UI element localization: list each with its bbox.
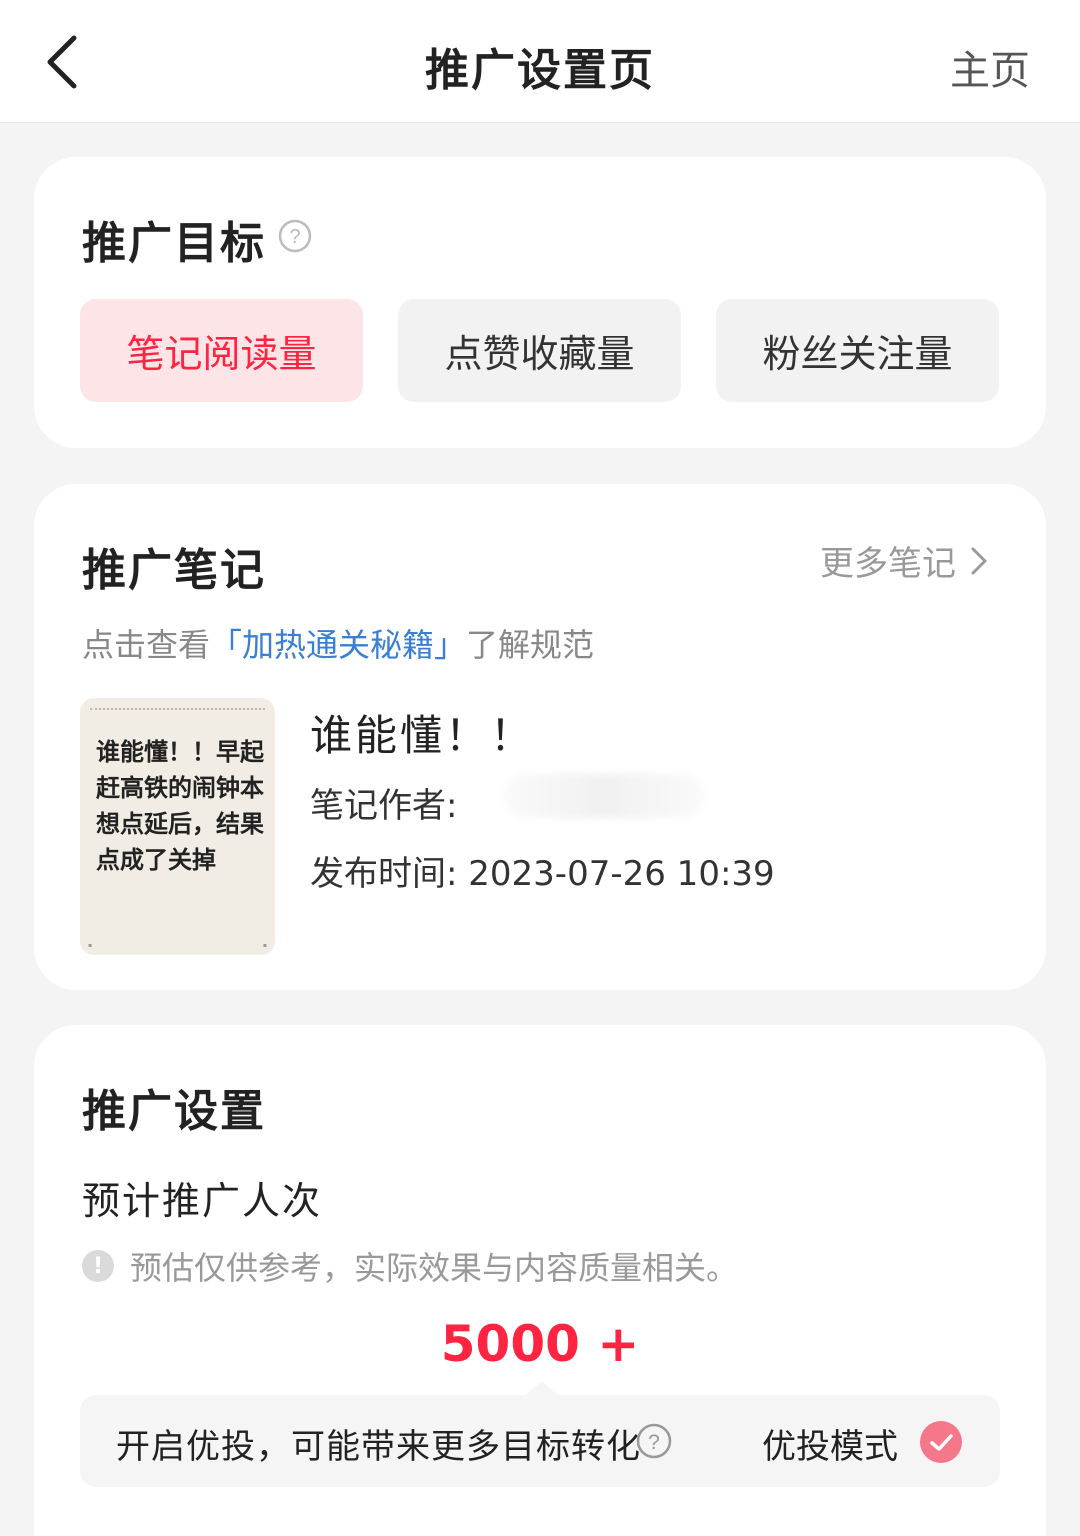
estimate-tip: ! 预估仅供参考，实际效果与内容质量相关。 [82,1243,738,1289]
top-nav-bar: 推广设置页 主页 [0,0,1080,123]
svg-text:?: ? [289,226,300,248]
chevron-right-icon [971,547,987,574]
estimate-tip-text: 预估仅供参考，实际效果与内容质量相关。 [130,1249,739,1287]
publish-time-value: 2023-07-26 10:39 [468,854,775,894]
promotion-note-card: 推广笔记 更多笔记 点击查看「加热通关秘籍」了解规范 谁能懂！！早起赶高铁的闹钟… [34,484,1046,990]
goal-option-reads[interactable]: 笔记阅读量 [80,299,363,402]
info-icon: ! [82,1250,114,1282]
hint-prefix: 点击查看 [82,626,211,664]
home-link[interactable]: 主页 [950,38,1030,96]
thumbnail-footer: ▪ ▪ [88,942,267,949]
boost-option-box: 开启优投，可能带来更多目标转化 ? 优投模式 [80,1381,1000,1487]
help-icon[interactable]: ? [278,219,312,257]
thumbnail-text: 谁能懂！！早起赶高铁的闹钟本想点延后，结果点成了关掉 [96,738,264,874]
guide-link[interactable]: 「加热通关秘籍」 [210,626,466,664]
publish-label: 发布时间: [310,854,458,894]
goal-option-likes-favorites[interactable]: 点赞收藏量 [398,299,681,402]
guide-hint: 点击查看「加热通关秘籍」了解规范 [82,620,594,666]
estimate-title: 预计推广人次 [82,1179,323,1223]
note-thumbnail[interactable]: 谁能懂！！早起赶高铁的闹钟本想点延后，结果点成了关掉 ▪ ▪ [80,698,275,955]
boost-text: 开启优投，可能带来更多目标转化 [116,1427,641,1467]
thumbnail-divider [90,708,265,710]
page-title: 推广设置页 [425,45,655,96]
goal-option-followers[interactable]: 粉丝关注量 [716,299,999,402]
promotion-setting-card: 推广设置 预计推广人次 ! 预估仅供参考，实际效果与内容质量相关。 5000 +… [34,1025,1046,1536]
more-notes-link[interactable]: 更多笔记 [820,536,988,585]
boost-mode-label: 优投模式 [762,1427,898,1467]
section-title-goal: 推广目标 [82,218,266,269]
note-author-label: 笔记作者: [310,786,458,826]
estimate-value: 5000 + [440,1315,640,1373]
author-name-blurred [504,774,704,818]
section-title-note: 推广笔记 [82,545,266,596]
boost-mode-checkbox[interactable] [920,1421,962,1463]
section-title-setting: 推广设置 [82,1086,266,1137]
check-icon [930,1434,953,1451]
svg-text:?: ? [648,1431,660,1454]
note-publish-time: 发布时间: 2023-07-26 10:39 [310,846,775,895]
hint-suffix: 了解规范 [466,626,595,664]
boost-help-icon[interactable]: ? [636,1423,672,1463]
note-title: 谁能懂！！ [310,711,536,760]
promotion-goal-card: 推广目标 ? 笔记阅读量 点赞收藏量 粉丝关注量 [34,157,1046,448]
more-notes-label: 更多笔记 [820,544,956,584]
